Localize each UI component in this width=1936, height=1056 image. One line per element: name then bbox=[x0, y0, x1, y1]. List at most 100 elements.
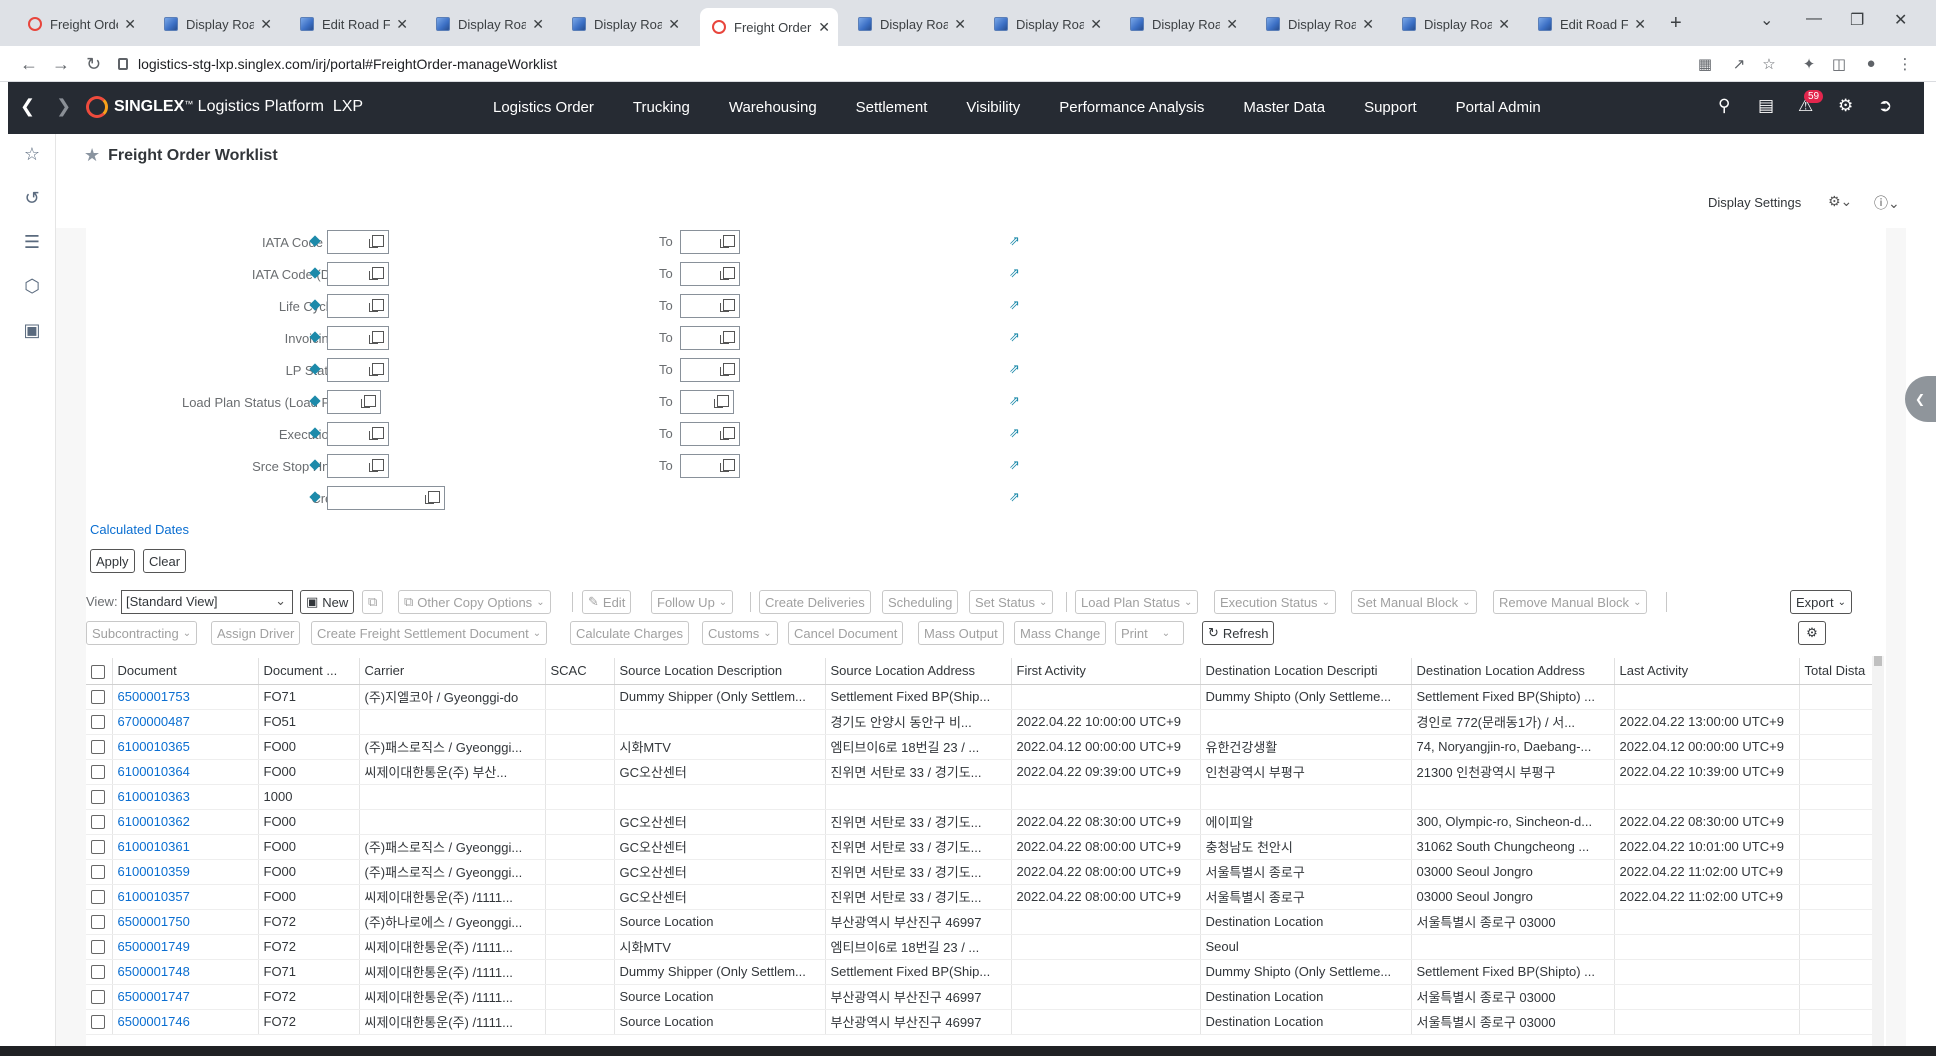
filter-to-input[interactable] bbox=[680, 390, 734, 414]
edit-button[interactable]: ✎ Edit bbox=[582, 590, 632, 614]
document-link[interactable]: 6100010365 bbox=[112, 734, 259, 760]
row-checkbox[interactable] bbox=[91, 865, 105, 880]
gear-icon[interactable]: ⚙ bbox=[1838, 96, 1853, 116]
value-help-icon[interactable] bbox=[425, 491, 440, 504]
value-help-icon[interactable] bbox=[714, 395, 729, 408]
table-row[interactable]: 6100010363 1000 bbox=[86, 784, 1873, 810]
close-icon[interactable]: ✕ bbox=[1090, 16, 1102, 33]
favorites-star-icon[interactable]: ☆ bbox=[20, 144, 44, 168]
column-header[interactable]: First Activity bbox=[1011, 658, 1201, 685]
browser-tab[interactable]: Display Road ✕ bbox=[424, 10, 552, 38]
filter-from-input[interactable] bbox=[327, 294, 389, 318]
shell-forward-icon[interactable]: ❯ bbox=[56, 96, 71, 116]
load-plan-status-button[interactable]: Load Plan Status ⌄ bbox=[1075, 590, 1199, 614]
list-icon[interactable]: ☰ bbox=[20, 232, 44, 256]
close-icon[interactable]: ✕ bbox=[1634, 16, 1646, 33]
browser-tab[interactable]: Freight Order ✕ bbox=[16, 10, 144, 38]
subcontracting-button[interactable]: Subcontracting ⌄ bbox=[86, 621, 198, 645]
clipboard-icon[interactable]: ▤ bbox=[1758, 96, 1774, 116]
apply-button[interactable]: Apply bbox=[90, 549, 135, 573]
set-status-button[interactable]: Set Status ⌄ bbox=[969, 590, 1054, 614]
print-button[interactable]: Print ⌄ bbox=[1115, 621, 1184, 645]
external-link-icon[interactable]: ⇗ bbox=[1009, 457, 1020, 473]
column-header[interactable]: Document ... bbox=[258, 658, 360, 685]
table-row[interactable]: 6100010357 FO00 씨제이대한통운(주) /1111... GC오산센터 진… bbox=[86, 884, 1873, 910]
table-scrollbar[interactable] bbox=[1872, 656, 1884, 1046]
shell-menu-item[interactable]: Portal Admin bbox=[1456, 99, 1541, 116]
table-row[interactable]: 6500001748 FO71 씨제이대한통운(주) /1111... Dummy S… bbox=[86, 959, 1873, 985]
document-link[interactable]: 6500001753 bbox=[112, 684, 259, 710]
create-freight-settlement-document-button[interactable]: Create Freight Settlement Document ⌄ bbox=[311, 621, 548, 645]
copy-button[interactable]: ⧉ bbox=[362, 590, 384, 614]
share-icon[interactable]: ↗ bbox=[1730, 55, 1748, 73]
close-icon[interactable]: ✕ bbox=[396, 16, 408, 33]
close-icon[interactable]: ✕ bbox=[532, 16, 544, 33]
column-header[interactable]: Source Location Address bbox=[825, 658, 1012, 685]
filter-from-input[interactable] bbox=[327, 390, 381, 414]
row-checkbox[interactable] bbox=[91, 740, 105, 755]
shell-menu-item[interactable]: Warehousing bbox=[729, 99, 817, 116]
table-row[interactable]: 6700000487 FO51 경기도 안양시 동안구 비... 2022.04.22… bbox=[86, 709, 1873, 735]
row-checkbox[interactable] bbox=[91, 715, 105, 730]
filter-from-input[interactable] bbox=[327, 326, 389, 350]
document-link[interactable]: 6100010361 bbox=[112, 834, 259, 860]
browser-tab[interactable]: Display Road ✕ bbox=[1118, 10, 1246, 38]
window-close-icon[interactable]: ✕ bbox=[1894, 10, 1907, 30]
document-link[interactable]: 6700000487 bbox=[112, 709, 259, 735]
clear-button[interactable]: Clear bbox=[143, 549, 187, 573]
shell-menu-item[interactable]: Settlement bbox=[856, 99, 928, 116]
browser-tab[interactable]: Freight Order ✕ bbox=[700, 8, 838, 46]
row-checkbox[interactable] bbox=[91, 990, 105, 1005]
value-help-icon[interactable] bbox=[720, 331, 735, 344]
follow-up-button[interactable]: Follow Up ⌄ bbox=[651, 590, 734, 614]
document-link[interactable]: 6100010363 bbox=[112, 784, 259, 810]
document-link[interactable]: 6100010359 bbox=[112, 859, 259, 885]
table-row[interactable]: 6500001750 FO72 (주)하나로에스 / Gyeonggi... Sour… bbox=[86, 909, 1873, 935]
shell-menu-item[interactable]: Support bbox=[1364, 99, 1417, 116]
value-help-icon[interactable] bbox=[720, 299, 735, 312]
reload-icon[interactable]: ↻ bbox=[86, 54, 101, 75]
calculated-dates-link[interactable]: Calculated Dates bbox=[90, 522, 189, 537]
shell-menu-item[interactable]: Performance Analysis bbox=[1059, 99, 1204, 116]
view-select[interactable]: [Standard View] ⌄ bbox=[121, 590, 293, 614]
remove-manual-block-button[interactable]: Remove Manual Block ⌄ bbox=[1493, 590, 1648, 614]
filter-from-input[interactable] bbox=[327, 262, 389, 286]
table-row[interactable]: 6500001747 FO72 씨제이대한통운(주) /1111... Source … bbox=[86, 984, 1873, 1010]
refresh-button[interactable]: ↻ Refresh bbox=[1202, 621, 1275, 645]
close-icon[interactable]: ✕ bbox=[124, 16, 136, 33]
mass-change-button[interactable]: Mass Change bbox=[1014, 621, 1107, 645]
assign-driver-button[interactable]: Assign Driver bbox=[211, 621, 301, 645]
browser-tab[interactable]: Edit Road FO ✕ bbox=[1526, 10, 1654, 38]
other-copy-options-button[interactable]: ⧉ Other Copy Options ⌄ bbox=[398, 590, 551, 614]
value-help-icon[interactable] bbox=[369, 459, 384, 472]
browser-tab[interactable]: Display Road ✕ bbox=[152, 10, 280, 38]
search-doc-icon[interactable]: ▣ bbox=[20, 320, 44, 344]
browser-tab[interactable]: Edit Road FO ✕ bbox=[288, 10, 416, 38]
new-button[interactable]: ▣ New bbox=[300, 590, 355, 614]
filter-from-input[interactable] bbox=[327, 422, 389, 446]
kebab-menu-icon[interactable]: ⋮ bbox=[1896, 55, 1914, 73]
table-row[interactable]: 6500001746 FO72 씨제이대한통운(주) /1111... Source … bbox=[86, 1009, 1873, 1035]
document-link[interactable]: 6100010357 bbox=[112, 884, 259, 910]
filter-from-input[interactable] bbox=[327, 486, 445, 510]
row-checkbox[interactable] bbox=[91, 1015, 105, 1030]
value-help-icon[interactable] bbox=[720, 267, 735, 280]
filter-from-input[interactable] bbox=[327, 454, 389, 478]
table-row[interactable]: 6100010364 FO00 씨제이대한통운(주) 부산... GC오산센터 진위면 … bbox=[86, 759, 1873, 785]
value-help-icon[interactable] bbox=[369, 427, 384, 440]
value-help-icon[interactable] bbox=[361, 395, 376, 408]
column-header[interactable]: Destination Location Descripti bbox=[1200, 658, 1412, 685]
table-row[interactable]: 6100010365 FO00 (주)패스로직스 / Gyeonggi... 시화MT… bbox=[86, 734, 1873, 760]
shell-menu-item[interactable]: Logistics Order bbox=[493, 99, 594, 116]
profile-icon[interactable]: ● bbox=[1862, 55, 1880, 73]
export-button[interactable]: Export ⌄ bbox=[1790, 590, 1852, 614]
external-link-icon[interactable]: ⇗ bbox=[1009, 265, 1020, 281]
value-help-icon[interactable] bbox=[369, 235, 384, 248]
browser-tab[interactable]: Display Road ✕ bbox=[982, 10, 1110, 38]
value-help-icon[interactable] bbox=[369, 331, 384, 344]
tab-search-icon[interactable]: ⌄ bbox=[1760, 10, 1773, 30]
row-checkbox[interactable] bbox=[91, 815, 105, 830]
document-link[interactable]: 6100010364 bbox=[112, 759, 259, 785]
filter-to-input[interactable] bbox=[680, 262, 740, 286]
brand-logo[interactable]: SINGLEX ™ Logistics Platform LXP bbox=[86, 96, 363, 118]
